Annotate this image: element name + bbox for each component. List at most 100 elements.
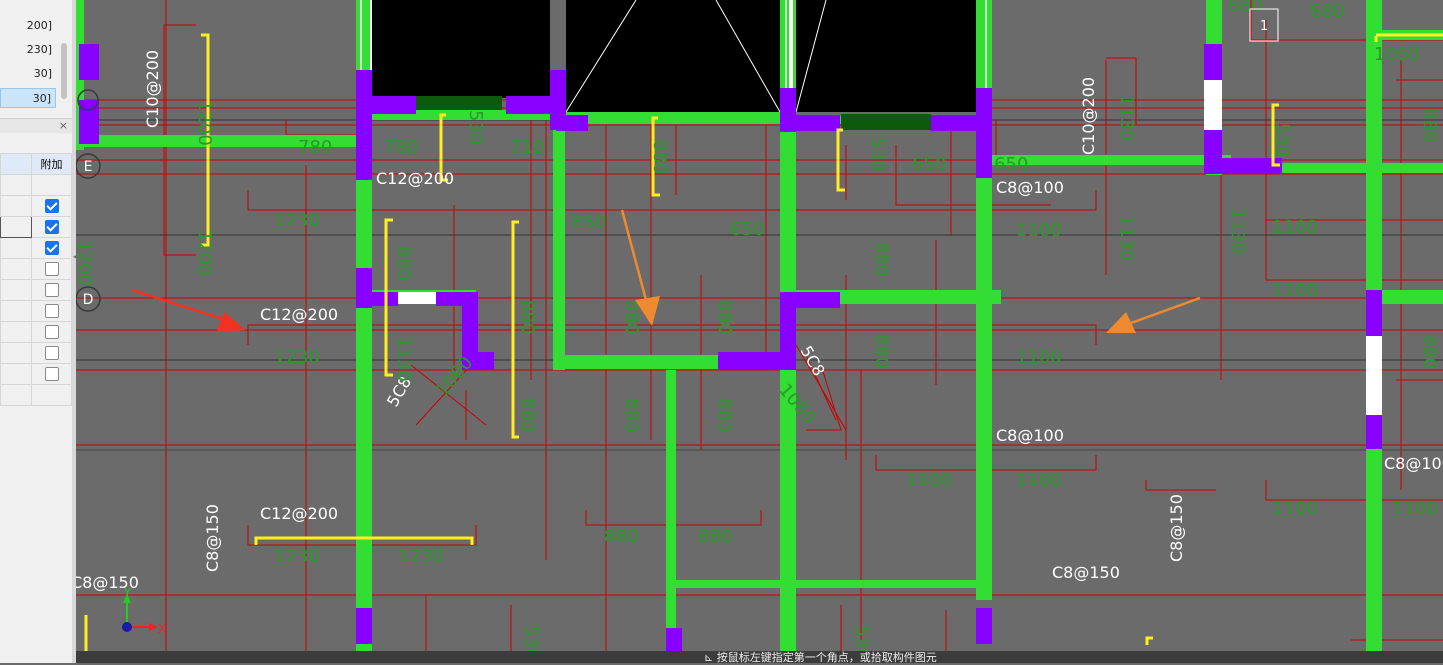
svg-text:1100: 1100 [1016, 220, 1062, 241]
attributes-panel-header: × [0, 118, 72, 133]
svg-text:880: 880 [517, 398, 538, 432]
layer-item-selected[interactable]: 30] [0, 88, 56, 108]
table-cell [0, 300, 32, 322]
void-area [796, 0, 976, 112]
beam-segment [416, 96, 502, 110]
table-cell [0, 174, 32, 196]
opening [789, 0, 793, 90]
svg-text:C12@200: C12@200 [376, 169, 454, 188]
table-cell [0, 321, 32, 343]
svg-text:1100: 1100 [906, 470, 952, 491]
svg-text:680: 680 [1228, 0, 1262, 16]
svg-text:C8@100: C8@100 [996, 178, 1064, 197]
svg-text:C10@200: C10@200 [1079, 77, 1098, 155]
table-cell [0, 384, 32, 406]
checkbox[interactable] [44, 325, 59, 339]
svg-text:1100: 1100 [1016, 347, 1062, 368]
svg-text:1200: 1200 [76, 240, 95, 286]
checkbox[interactable] [44, 241, 59, 255]
table-cell [31, 363, 72, 385]
table-cell [31, 384, 72, 406]
svg-text:650: 650 [912, 154, 946, 175]
opening [398, 292, 438, 304]
svg-text:650: 650 [572, 212, 606, 233]
svg-text:680: 680 [1310, 1, 1344, 22]
svg-text:1130: 1130 [1116, 95, 1137, 141]
svg-text:880: 880 [714, 398, 735, 432]
layer-item[interactable]: 230] [0, 40, 56, 60]
svg-text:1130: 1130 [1227, 208, 1248, 254]
table-cell-active[interactable] [0, 216, 32, 238]
drawing-canvas[interactable]: E D C10@200 C12@200 C8@100 C10@200 C12@2… [76, 0, 1443, 663]
svg-text:880: 880 [871, 334, 892, 368]
checkbox[interactable] [44, 262, 59, 276]
opening [1366, 335, 1382, 415]
svg-text:D: D [83, 292, 94, 308]
svg-text:C10@200: C10@200 [143, 50, 162, 128]
svg-text:C8@100: C8@100 [996, 426, 1064, 445]
svg-text:1200: 1200 [194, 230, 215, 276]
svg-text:1050: 1050 [1374, 44, 1420, 65]
table-cell [0, 279, 32, 301]
table-cell [0, 195, 32, 217]
layers-scrollbar[interactable] [61, 43, 67, 99]
svg-text:E: E [84, 159, 93, 175]
table-cell [31, 237, 72, 259]
table-cell [0, 237, 32, 259]
svg-text:530: 530 [1271, 123, 1292, 157]
svg-text:780: 780 [384, 137, 418, 158]
svg-text:1100: 1100 [1392, 498, 1438, 519]
section-marker-label: 1 [1260, 19, 1268, 34]
svg-text:880: 880 [714, 300, 735, 334]
beam-segment [841, 114, 931, 130]
svg-text:880: 880 [698, 526, 732, 547]
checkbox[interactable] [44, 304, 59, 318]
svg-text:1230: 1230 [274, 210, 320, 231]
table-cell [31, 216, 72, 238]
svg-text:1200: 1200 [194, 100, 215, 146]
void-area [372, 0, 550, 98]
table-cell [31, 279, 72, 301]
table-cell [31, 258, 72, 280]
close-icon[interactable]: × [59, 119, 68, 133]
svg-text:1100: 1100 [1272, 498, 1318, 519]
svg-text:C12@200: C12@200 [260, 305, 338, 324]
table-cell [31, 342, 72, 364]
table-cell [0, 342, 32, 364]
checkbox[interactable] [44, 220, 59, 234]
table-header-cell [0, 153, 32, 175]
opening [1204, 75, 1222, 130]
layer-item[interactable]: 200] [0, 16, 56, 36]
svg-text:880: 880 [621, 398, 642, 432]
svg-text:530: 530 [465, 110, 486, 144]
attributes-table: 附加 [0, 153, 72, 406]
layer-item[interactable]: 30] [0, 64, 56, 84]
checkbox[interactable] [44, 346, 59, 360]
svg-text:880: 880 [1419, 335, 1440, 369]
svg-text:710: 710 [510, 137, 544, 158]
svg-text:780: 780 [298, 137, 332, 158]
checkbox[interactable] [44, 199, 59, 213]
layers-panel: 200] 230] 30] 30] × 附加 [0, 0, 76, 663]
svg-text:880: 880 [871, 242, 892, 276]
svg-text:C8@150: C8@150 [1167, 494, 1186, 562]
svg-text:C8@150: C8@150 [1052, 563, 1120, 582]
checkbox[interactable] [44, 367, 59, 381]
table-cell [0, 363, 32, 385]
svg-text:1230: 1230 [398, 546, 444, 567]
svg-text:C8@100: C8@100 [1384, 454, 1443, 473]
svg-text:1130: 1130 [393, 336, 414, 382]
svg-text:Y: Y [123, 586, 131, 599]
svg-text:880: 880 [1419, 108, 1440, 142]
svg-text:1100: 1100 [1272, 217, 1318, 238]
svg-text:880: 880 [393, 246, 414, 280]
svg-text:1100: 1100 [1272, 280, 1318, 301]
table-cell [31, 195, 72, 217]
svg-text:650: 650 [730, 219, 764, 240]
checkbox[interactable] [44, 283, 59, 297]
table-cell [31, 300, 72, 322]
svg-text:1130: 1130 [1116, 215, 1137, 261]
svg-text:C8@150: C8@150 [203, 504, 222, 572]
table-cell [31, 174, 72, 196]
table-cell [31, 321, 72, 343]
